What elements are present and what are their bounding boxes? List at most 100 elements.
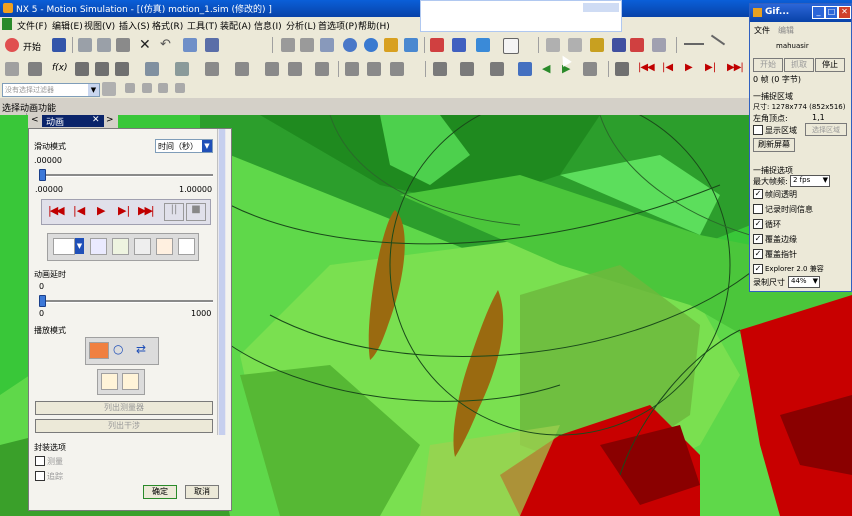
opt-transparent-checkbox[interactable]: ✓ — [753, 189, 763, 199]
copy-icon[interactable] — [97, 38, 111, 52]
delay-slider-track[interactable] — [41, 300, 213, 303]
play-icon[interactable]: ▶ — [685, 62, 693, 73]
opt-timeinfo-checkbox[interactable] — [753, 204, 763, 214]
cancel-button[interactable]: 取消 — [185, 485, 219, 499]
select-area-button[interactable]: 选择区域 — [805, 123, 847, 136]
center-icon[interactable] — [175, 83, 185, 93]
list-trace-button[interactable]: 列出干涉 — [35, 419, 213, 433]
gif-stop-button[interactable]: 停止 — [815, 58, 845, 72]
interference-tool-icon[interactable] — [134, 238, 151, 255]
dialog-scrollbar[interactable] — [217, 129, 226, 435]
offset-icon[interactable] — [390, 62, 404, 76]
gif-start-button[interactable]: 开始 — [753, 58, 783, 72]
gif-menu-edit[interactable]: 编辑 — [778, 25, 794, 36]
close-icon[interactable]: ✕ — [838, 6, 851, 19]
repeat-icon[interactable] — [205, 38, 219, 52]
selection-filter-dropdown[interactable]: 没有选择过滤器 ▼ — [2, 83, 100, 97]
transform-icon[interactable] — [568, 38, 582, 52]
dialog-scrollbar-thumb[interactable] — [219, 129, 225, 435]
menu-format[interactable]: 格式(R) — [152, 19, 183, 32]
menu-view[interactable]: 视图(V) — [84, 19, 115, 32]
opt-cursor-checkbox[interactable]: ✓ — [753, 249, 763, 259]
filter-icon[interactable] — [102, 82, 116, 96]
sketch-icon[interactable] — [115, 62, 129, 76]
magnify-icon[interactable] — [343, 38, 357, 52]
cube-icon[interactable] — [476, 38, 490, 52]
paste-icon[interactable] — [116, 38, 130, 52]
tab-nav-left[interactable]: < — [31, 115, 39, 125]
close-icon[interactable]: ✕ — [92, 115, 100, 125]
bounce-icon[interactable]: ⇄ — [136, 342, 146, 356]
refresh-screen-button[interactable]: 刷新屏幕 — [753, 138, 795, 152]
unite-icon[interactable] — [433, 62, 447, 76]
chevron-down-icon[interactable]: ▼ — [202, 140, 212, 152]
tab-nav-right[interactable]: > — [106, 115, 114, 125]
arrow-left-icon[interactable]: ◀ — [542, 62, 550, 75]
pan-icon[interactable] — [384, 38, 398, 52]
motion-icon[interactable] — [612, 38, 626, 52]
opt-loop-checkbox[interactable]: ✓ — [753, 219, 763, 229]
chevron-down-icon[interactable]: ▼ — [88, 84, 99, 96]
cut-icon[interactable] — [78, 38, 92, 52]
play-icon[interactable]: ▶ — [97, 204, 105, 217]
simulation-icon[interactable] — [590, 38, 604, 52]
select-icon[interactable] — [183, 38, 197, 52]
explode-tool-icon[interactable] — [156, 238, 173, 255]
delete-icon[interactable]: ✕ — [139, 37, 151, 53]
step-back-icon[interactable]: |◀ — [73, 204, 85, 217]
measure-tool-icon[interactable] — [90, 238, 107, 255]
step-forward-icon[interactable]: ▶| — [705, 62, 716, 73]
home-icon[interactable] — [178, 238, 195, 255]
gif-menu-file[interactable]: 文件 — [754, 25, 770, 36]
pause-icon[interactable]: || — [164, 203, 184, 221]
measure-icon[interactable] — [710, 34, 726, 46]
inner-window-controls[interactable] — [583, 3, 619, 12]
zoom-window-icon[interactable] — [300, 38, 314, 52]
menu-edit[interactable]: 编辑(E) — [52, 19, 83, 32]
fit-icon[interactable] — [281, 38, 295, 52]
measure-checkbox[interactable] — [35, 456, 45, 466]
trace-checkbox[interactable] — [35, 471, 45, 481]
gif-capture-button[interactable]: 抓取 — [784, 58, 814, 72]
chevron-down-icon[interactable]: ▼ — [75, 238, 84, 254]
menu-analysis[interactable]: 分析(L) — [286, 19, 316, 32]
function-icon[interactable]: f(x) — [52, 63, 68, 73]
stop-icon[interactable] — [615, 62, 629, 76]
point-set-icon[interactable] — [235, 62, 249, 76]
start-button[interactable]: 开始 — [23, 40, 41, 53]
midpoint-icon[interactable] — [158, 83, 168, 93]
rewind-icon[interactable]: |◀◀ — [638, 62, 655, 73]
start-icon[interactable] — [5, 38, 19, 52]
nx-menu-icon[interactable] — [2, 18, 12, 30]
rec-size-select[interactable]: 44% ▼ — [788, 276, 820, 288]
save-icon[interactable] — [52, 38, 66, 52]
shell-icon[interactable] — [367, 62, 381, 76]
shading-icon[interactable] — [452, 38, 466, 52]
max-fps-select[interactable]: 2 fps ▼ — [790, 175, 830, 187]
rewind-icon[interactable]: |◀◀ — [48, 204, 65, 217]
rotate-icon[interactable] — [364, 38, 378, 52]
chevron-down-icon[interactable]: ▼ — [813, 277, 818, 285]
blend-icon[interactable] — [315, 62, 329, 76]
view-orient-icon[interactable] — [404, 38, 418, 52]
vector-icon[interactable] — [205, 62, 219, 76]
stop-icon[interactable]: ■ — [186, 203, 206, 221]
animation-icon[interactable] — [583, 62, 597, 76]
ok-button[interactable]: 确定 — [143, 485, 177, 499]
menu-assembly[interactable]: 装配(A) — [220, 19, 251, 32]
play-once-icon[interactable] — [89, 342, 109, 359]
minimize-icon[interactable]: _ — [812, 6, 825, 19]
opt-edges-checkbox[interactable]: ✓ — [753, 234, 763, 244]
menu-insert[interactable]: 插入(S) — [119, 19, 150, 32]
loop-icon[interactable]: ○ — [113, 342, 123, 356]
menu-tools[interactable]: 工具(T) — [187, 19, 218, 32]
undo-icon[interactable]: ↶ — [160, 37, 171, 52]
delay-slider-thumb[interactable] — [39, 295, 46, 307]
chamfer-icon[interactable] — [345, 62, 359, 76]
fast-forward-icon[interactable]: ▶▶| — [727, 62, 744, 73]
menu-preferences[interactable]: 首选项(P) — [318, 19, 357, 32]
time-slider-thumb[interactable] — [39, 169, 46, 181]
axis-icon[interactable] — [175, 62, 189, 76]
joint-icon[interactable] — [630, 38, 644, 52]
trace-tool-icon[interactable] — [112, 238, 129, 255]
